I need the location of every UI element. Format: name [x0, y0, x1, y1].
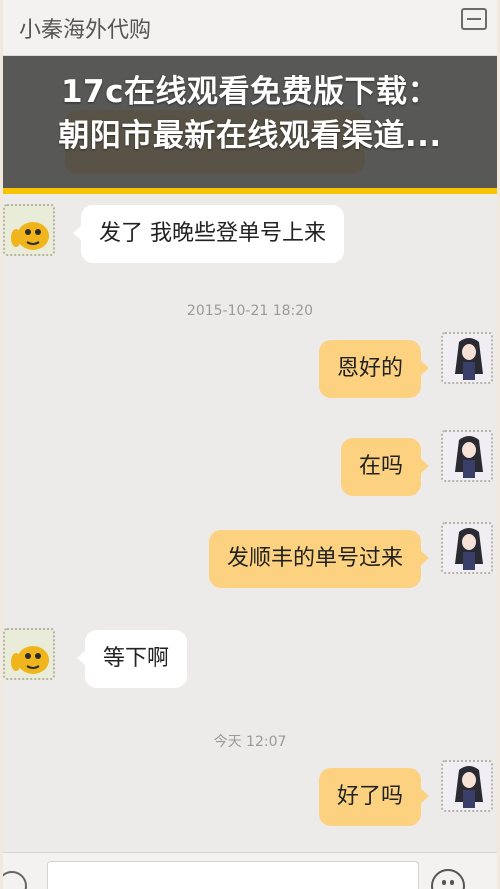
voice-icon[interactable]: [3, 871, 27, 889]
girl-avatar-icon: [455, 766, 483, 808]
girl-avatar-icon: [455, 436, 483, 478]
message-input[interactable]: [47, 861, 419, 889]
message-bubble-outgoing[interactable]: 在吗: [340, 438, 430, 496]
top-app-bar: 小秦海外代购: [3, 0, 497, 56]
overlay-line-1: 17c在线观看免费版下载：: [60, 74, 439, 110]
user-avatar[interactable]: [441, 430, 493, 482]
message-timestamp: 今天 12:07: [213, 734, 287, 750]
character-icon: [11, 646, 49, 674]
message-bubble-incoming[interactable]: 等下啊: [76, 630, 188, 688]
message-bubble-outgoing[interactable]: 好了吗: [318, 768, 430, 826]
chat-screen: 小秦海外代购 17c在线观看免费版下载： 朝阳市最新在线观看渠道... 发了 我…: [3, 0, 497, 889]
overlay-banner: 17c在线观看免费版下载： 朝阳市最新在线观看渠道...: [3, 56, 497, 188]
message-bubble-outgoing[interactable]: 发顺丰的单号过来: [208, 530, 430, 588]
chat-title: 小秦海外代购: [19, 18, 152, 43]
message-timestamp: 2015-10-21 18:20: [186, 303, 314, 319]
friend-avatar[interactable]: [3, 204, 55, 256]
user-avatar[interactable]: [441, 522, 493, 574]
menu-icon[interactable]: [461, 8, 487, 30]
emoji-icon[interactable]: [431, 869, 465, 889]
friend-avatar[interactable]: [3, 628, 55, 680]
user-avatar[interactable]: [441, 760, 493, 812]
girl-avatar-icon: [455, 528, 483, 570]
overlay-line-2: 朝阳市最新在线观看渠道...: [58, 118, 442, 154]
message-bubble-incoming[interactable]: 发了 我晚些登单号上来: [73, 205, 344, 263]
girl-avatar-icon: [455, 338, 483, 380]
message-bubble-outgoing[interactable]: 恩好的: [318, 340, 430, 398]
accent-bar: [3, 188, 497, 194]
character-icon: [11, 222, 49, 250]
message-input-bar: [3, 852, 497, 889]
user-avatar[interactable]: [441, 332, 493, 384]
